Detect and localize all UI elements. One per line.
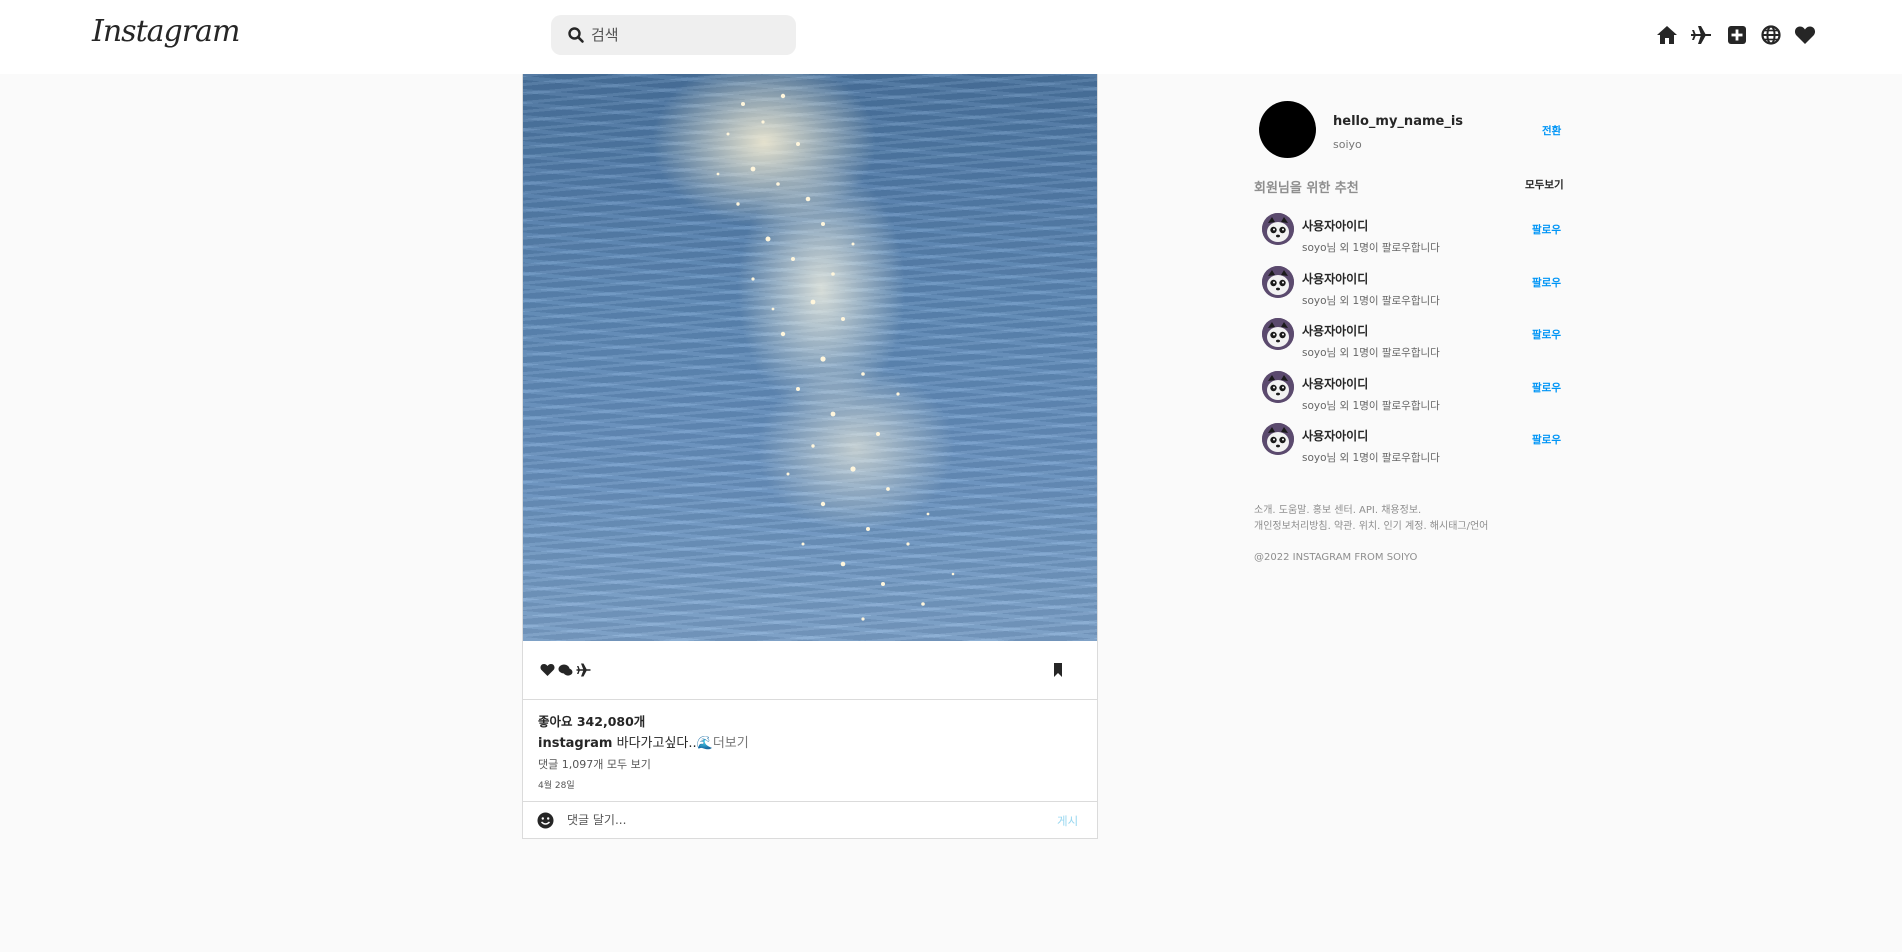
profile-username[interactable]: hello_my_name_is bbox=[1333, 114, 1463, 129]
bookmark-icon[interactable] bbox=[1051, 662, 1065, 678]
heart-icon[interactable] bbox=[1794, 24, 1816, 46]
caption-username[interactable]: instagram bbox=[538, 736, 612, 751]
nav-explore-button[interactable] bbox=[1760, 23, 1782, 47]
see-all-link[interactable]: 모두보기 bbox=[1525, 177, 1564, 192]
nav-home-button[interactable] bbox=[1656, 23, 1678, 47]
suggestion-username[interactable]: 사용자아이디 bbox=[1302, 270, 1368, 287]
suggestion-subtext: soyo님 외 1명이 팔로우합니다 bbox=[1302, 399, 1440, 412]
suggestion-subtext: soyo님 외 1명이 팔로우합니다 bbox=[1302, 452, 1440, 464]
comment-bar: 게시 bbox=[523, 801, 1097, 838]
share-plane-icon[interactable] bbox=[576, 663, 591, 678]
add-post-icon[interactable] bbox=[1726, 24, 1748, 46]
post-caption: instagram 바다가고싶다..🌊더보기 bbox=[538, 732, 749, 751]
caption-text: 바다가고싶다..🌊 bbox=[616, 736, 713, 751]
suggestion-subtext: soyo님 외 1명이 팔로우합니다 bbox=[1302, 242, 1440, 254]
instagram-logo[interactable]: Instagram bbox=[92, 14, 240, 49]
suggestion-subtext: soyo님 외 1명이 팔로우합니다 bbox=[1302, 347, 1440, 359]
suggestion-item: 사용자아이디 soyo님 외 1명이 팔로우합니다 팔로우 bbox=[1262, 370, 1562, 423]
suggestions-title: 회원님을 위한 추천 bbox=[1254, 181, 1359, 196]
like-count[interactable]: 좋아요 342,080개 bbox=[538, 711, 645, 730]
suggestion-item: 사용자아이디 soyo님 외 1명이 팔로우합니다 팔로우 bbox=[1262, 212, 1562, 265]
top-navigation-bar: Instagram bbox=[0, 0, 1902, 74]
comment-icon[interactable] bbox=[558, 663, 573, 678]
search-box[interactable] bbox=[551, 15, 796, 55]
suggestion-item: 사용자아이디 soyo님 외 1명이 팔로우합니다 팔로우 bbox=[1262, 422, 1562, 475]
comment-input[interactable] bbox=[567, 809, 1017, 831]
suggestion-item: 사용자아이디 soyo님 외 1명이 팔로우합니다 팔로우 bbox=[1262, 317, 1562, 370]
more-link[interactable]: 더보기 bbox=[713, 736, 749, 751]
follow-button[interactable]: 팔로우 bbox=[1532, 380, 1561, 395]
switch-account-button[interactable]: 전환 bbox=[1542, 123, 1561, 138]
follow-button[interactable]: 팔로우 bbox=[1532, 327, 1561, 342]
post-photo-sea[interactable] bbox=[523, 74, 1097, 641]
suggestion-username[interactable]: 사용자아이디 bbox=[1302, 427, 1368, 444]
view-all-comments-link[interactable]: 댓글 1,097개 모두 보기 bbox=[538, 756, 651, 772]
follow-button[interactable]: 팔로우 bbox=[1532, 275, 1561, 290]
suggestion-avatar[interactable] bbox=[1262, 265, 1294, 298]
nav-direct-button[interactable] bbox=[1690, 23, 1712, 47]
footer-links: 소개. 도움말. 홍보 센터. API. 채용정보. 개인정보처리방침. 약관.… bbox=[1254, 503, 1514, 535]
footer-links-line-1[interactable]: 소개. 도움말. 홍보 센터. API. 채용정보. bbox=[1254, 503, 1514, 519]
copyright-text: @2022 INSTAGRAM FROM SOIYO bbox=[1254, 552, 1418, 563]
home-icon[interactable] bbox=[1656, 24, 1678, 46]
suggestion-username[interactable]: 사용자아이디 bbox=[1302, 322, 1368, 339]
like-heart-icon[interactable] bbox=[540, 663, 555, 678]
suggestion-username[interactable]: 사용자아이디 bbox=[1302, 375, 1368, 392]
emoji-icon[interactable] bbox=[537, 812, 554, 829]
search-icon bbox=[567, 26, 585, 44]
suggestion-username[interactable]: 사용자아이디 bbox=[1302, 217, 1368, 234]
paper-plane-icon[interactable] bbox=[1690, 24, 1712, 46]
post-action-bar bbox=[523, 641, 1097, 700]
suggestions-list: 사용자아이디 soyo님 외 1명이 팔로우합니다 팔로우 사용자아이디 soy… bbox=[1262, 212, 1562, 475]
follow-button[interactable]: 팔로우 bbox=[1532, 222, 1561, 237]
post-date: 4월 28일 bbox=[538, 781, 575, 791]
profile-name: soiyo bbox=[1333, 138, 1362, 151]
suggestion-avatar[interactable] bbox=[1262, 213, 1294, 245]
suggestion-item: 사용자아이디 soyo님 외 1명이 팔로우합니다 팔로우 bbox=[1262, 265, 1562, 318]
suggestion-avatar[interactable] bbox=[1262, 318, 1294, 350]
footer-links-line-2[interactable]: 개인정보처리방침. 약관. 위치. 인기 계정. 해시태그/언어 bbox=[1254, 519, 1514, 535]
post-comment-button[interactable]: 게시 bbox=[1057, 813, 1078, 829]
explore-icon[interactable] bbox=[1760, 24, 1782, 46]
search-input[interactable] bbox=[591, 26, 781, 44]
nav-new-post-button[interactable] bbox=[1726, 23, 1748, 47]
profile-avatar[interactable] bbox=[1259, 101, 1316, 158]
suggestion-avatar[interactable] bbox=[1262, 370, 1294, 403]
nav-activity-button[interactable] bbox=[1794, 23, 1816, 47]
suggestion-subtext: soyo님 외 1명이 팔로우합니다 bbox=[1302, 294, 1440, 307]
feed-post: 좋아요 342,080개 instagram 바다가고싶다..🌊더보기 댓글 1… bbox=[522, 74, 1098, 839]
suggestion-avatar[interactable] bbox=[1262, 423, 1294, 455]
follow-button[interactable]: 팔로우 bbox=[1532, 432, 1561, 447]
